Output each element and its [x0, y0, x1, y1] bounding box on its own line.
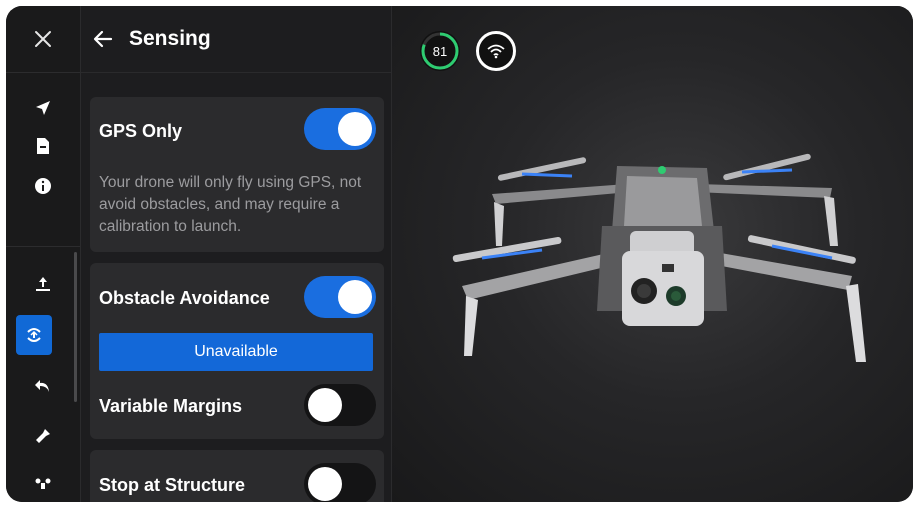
info-icon: [35, 178, 51, 194]
rail-item-drone[interactable]: [6, 464, 80, 502]
battery-percent: 81: [432, 43, 448, 59]
icon-rail: [6, 6, 81, 502]
navigation-arrow-icon: [36, 101, 50, 115]
panel-header: Sensing: [81, 6, 391, 73]
settings-panel: Sensing GPS Only Your drone will only fl…: [81, 6, 392, 502]
gps-only-description: Your drone will only fly using GPS, not …: [99, 174, 362, 235]
rail-item-return[interactable]: [6, 366, 80, 406]
connection-indicator: [476, 31, 516, 71]
close-icon: [35, 31, 51, 47]
upload-icon: [36, 277, 50, 291]
drone-image: [452, 153, 866, 362]
rail-item-navigation[interactable]: [6, 88, 80, 128]
gps-only-card: GPS Only Your drone will only fly using …: [90, 97, 384, 252]
variable-margins-toggle[interactable]: [304, 384, 376, 426]
stop-at-structure-label: Stop at Structure: [99, 475, 246, 495]
obstacle-avoidance-status: Unavailable: [99, 333, 373, 371]
obstacle-avoidance-toggle[interactable]: [304, 276, 376, 318]
drone-view: 81: [392, 6, 913, 502]
document-icon: [37, 138, 49, 154]
obstacle-avoidance-card: Obstacle Avoidance Unavailable Variable …: [90, 263, 384, 439]
page-title: Sensing: [129, 27, 211, 50]
rail-item-sensing-icon: [16, 315, 52, 355]
rail-item-document[interactable]: [6, 126, 80, 166]
back-arrow-icon: [93, 30, 113, 48]
wifi-icon: [487, 44, 505, 59]
toggle-knob: [338, 112, 372, 146]
return-icon: [35, 380, 49, 392]
stop-at-structure-card: Stop at Structure: [90, 450, 384, 502]
toggle-knob: [308, 388, 342, 422]
flashlight-icon: [36, 429, 50, 443]
rail-item-info[interactable]: [6, 166, 80, 206]
obstacle-avoidance-label: Obstacle Avoidance: [99, 288, 270, 308]
back-button[interactable]: [91, 27, 115, 51]
drone-icon: [35, 478, 51, 489]
stop-at-structure-toggle[interactable]: [304, 463, 376, 502]
toggle-knob: [338, 280, 372, 314]
rail-item-upload[interactable]: [6, 264, 80, 304]
app-frame: Sensing GPS Only Your drone will only fl…: [6, 6, 913, 502]
close-button[interactable]: [6, 6, 80, 73]
battery-indicator: 81: [420, 31, 460, 71]
variable-margins-label: Variable Margins: [99, 396, 243, 416]
sensing-icon: [27, 328, 41, 342]
gps-only-label: GPS Only: [99, 121, 183, 141]
rail-item-flashlight[interactable]: [6, 416, 80, 456]
toggle-knob: [308, 467, 342, 501]
gps-only-toggle[interactable]: [304, 108, 376, 150]
